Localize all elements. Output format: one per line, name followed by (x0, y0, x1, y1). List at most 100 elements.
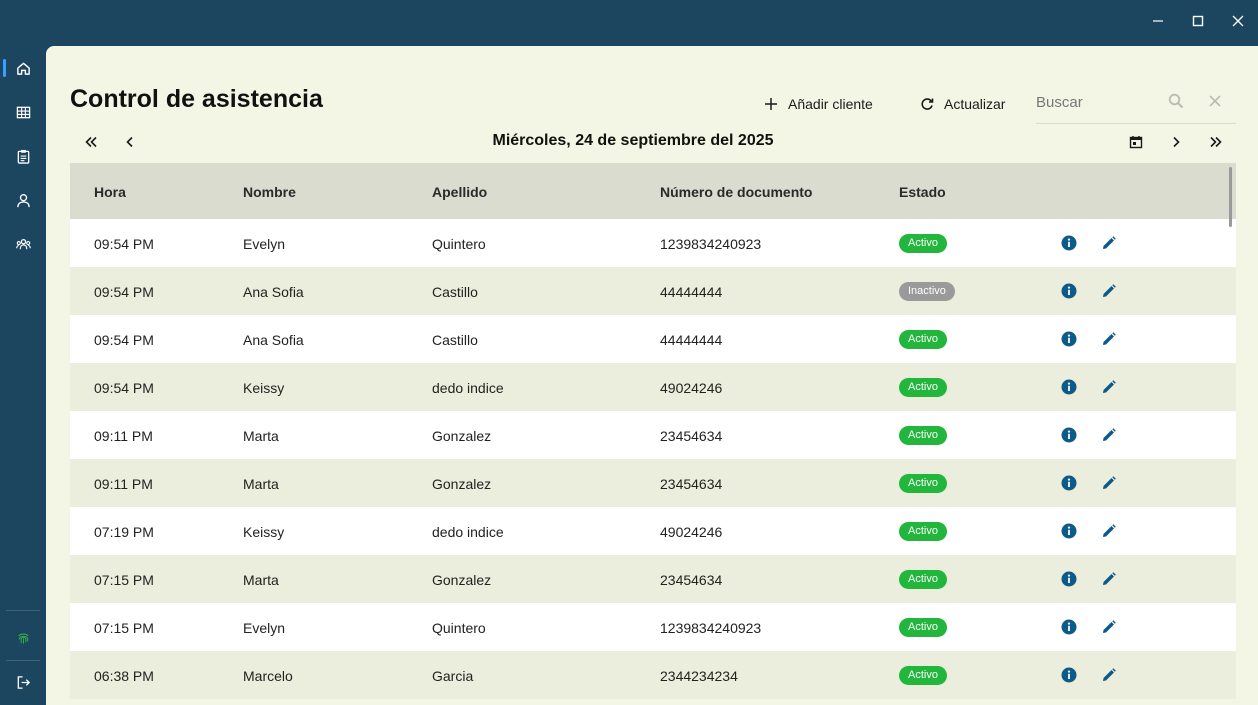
sidebar-item-fingerprint[interactable] (0, 616, 46, 660)
sidebar-item-clipboard[interactable] (0, 134, 46, 178)
add-client-button[interactable]: Añadir cliente (764, 94, 873, 114)
column-header-nombre[interactable]: Nombre (243, 184, 296, 200)
cell-documento: 44444444 (660, 332, 723, 348)
edit-icon[interactable] (1101, 667, 1117, 683)
refresh-icon (921, 98, 934, 110)
sidebar-item-home[interactable] (0, 46, 46, 90)
cell-hora: 07:15 PM (94, 572, 154, 588)
add-client-label: Añadir cliente (788, 96, 873, 112)
next-day-button[interactable] (1166, 130, 1186, 154)
sidebar-item-logout[interactable] (0, 660, 46, 704)
cell-hora: 09:54 PM (94, 236, 154, 252)
table-row[interactable]: 06:38 PM Marcelo Garcia 2344234234 Activo (70, 651, 1236, 699)
table-header: Hora Nombre Apellido Número de documento… (70, 163, 1236, 219)
table-row[interactable]: 09:54 PM Evelyn Quintero 1239834240923 Activ… (70, 219, 1236, 267)
info-icon[interactable] (1061, 427, 1077, 443)
cell-nombre: Marcelo (243, 668, 293, 684)
calendar-button[interactable] (1126, 130, 1146, 154)
status-badge: Activo (899, 474, 947, 493)
info-icon[interactable] (1061, 523, 1077, 539)
table-row[interactable]: 09:11 PM Marta Gonzalez 23454634 Activo (70, 411, 1236, 459)
cell-hora: 09:54 PM (94, 284, 154, 300)
info-icon[interactable] (1061, 283, 1077, 299)
cell-hora: 09:11 PM (94, 428, 153, 444)
refresh-button[interactable]: Actualizar (920, 94, 1005, 114)
cell-hora: 06:38 PM (94, 668, 154, 684)
info-icon[interactable] (1061, 331, 1077, 347)
table-row[interactable]: 07:19 PM Keissy dedo indice 49024246 Activo (70, 507, 1236, 555)
cell-documento: 23454634 (660, 476, 723, 492)
status-badge: Activo (899, 234, 947, 253)
table-row[interactable]: 09:54 PM Ana Sofia Castillo 44444444 Activo (70, 315, 1236, 363)
table-row[interactable]: 09:11 PM Marta Gonzalez 23454634 Activo (70, 459, 1236, 507)
status-badge: Activo (899, 330, 947, 349)
edit-icon[interactable] (1101, 283, 1117, 299)
search-icon[interactable] (1168, 93, 1184, 109)
status-badge: Activo (899, 570, 947, 589)
calendar-icon (1129, 136, 1143, 149)
cell-apellido: Garcia (432, 668, 474, 684)
info-icon[interactable] (1061, 619, 1077, 635)
column-header-documento[interactable]: Número de documento (660, 184, 812, 200)
column-header-estado[interactable]: Estado (899, 184, 946, 200)
cell-nombre: Evelyn (243, 620, 286, 636)
double-chevron-right-icon (1210, 136, 1222, 148)
cell-apellido: dedo indice (432, 524, 504, 540)
cell-nombre: Ana Sofia (243, 284, 304, 300)
maximize-button[interactable] (1178, 0, 1218, 42)
cell-nombre: Keissy (243, 380, 285, 396)
sidebar-item-user[interactable] (0, 178, 46, 222)
info-icon[interactable] (1061, 235, 1077, 251)
cell-documento: 1239834240923 (660, 236, 762, 252)
edit-icon[interactable] (1101, 331, 1117, 347)
info-icon[interactable] (1061, 571, 1077, 587)
cell-apellido: Castillo (432, 332, 478, 348)
cell-hora: 09:54 PM (94, 380, 154, 396)
edit-icon[interactable] (1101, 571, 1117, 587)
status-badge: Activo (899, 522, 947, 541)
cell-hora: 07:15 PM (94, 620, 154, 636)
cell-apellido: Gonzalez (432, 428, 492, 444)
edit-icon[interactable] (1101, 523, 1117, 539)
edit-icon[interactable] (1101, 619, 1117, 635)
search-input[interactable] (1036, 92, 1156, 112)
home-icon (16, 62, 30, 75)
cell-documento: 49024246 (660, 524, 723, 540)
table-scrollbar[interactable] (1229, 167, 1232, 227)
cell-nombre: Keissy (243, 524, 285, 540)
table-row[interactable]: 07:15 PM Marta Gonzalez 23454634 Activo (70, 555, 1236, 603)
last-page-button[interactable] (1205, 130, 1227, 154)
clipboard-icon (17, 149, 29, 164)
window-controls (1138, 0, 1258, 42)
status-badge: Inactivo (899, 282, 955, 301)
user-icon (16, 193, 30, 207)
sidebar-item-table[interactable] (0, 90, 46, 134)
minimize-icon (1153, 20, 1163, 22)
cell-apellido: Gonzalez (432, 476, 492, 492)
cell-apellido: Castillo (432, 284, 478, 300)
info-icon[interactable] (1061, 667, 1077, 683)
sidebar-divider (6, 610, 40, 611)
group-icon (15, 238, 31, 249)
minimize-button[interactable] (1138, 0, 1178, 42)
table-row[interactable]: 09:54 PM Ana Sofia Castillo 44444444 Inactiv… (70, 267, 1236, 315)
clear-search-icon[interactable] (1208, 94, 1222, 108)
main-panel: Control de asistencia Añadir cliente Act… (46, 46, 1258, 705)
cell-documento: 49024246 (660, 380, 723, 396)
current-date: Miércoles, 24 de septiembre del 2025 (492, 132, 774, 149)
edit-icon[interactable] (1101, 427, 1117, 443)
sidebar-item-group[interactable] (0, 222, 46, 266)
close-window-button[interactable] (1218, 0, 1258, 42)
column-header-apellido[interactable]: Apellido (432, 184, 487, 200)
column-header-hora[interactable]: Hora (94, 184, 126, 200)
table-row[interactable]: 09:54 PM Keissy dedo indice 49024246 Activo (70, 363, 1236, 411)
info-icon[interactable] (1061, 475, 1077, 491)
edit-icon[interactable] (1101, 379, 1117, 395)
cell-apellido: Quintero (432, 620, 486, 636)
cell-apellido: Gonzalez (432, 572, 492, 588)
status-badge: Activo (899, 618, 947, 637)
info-icon[interactable] (1061, 379, 1077, 395)
edit-icon[interactable] (1101, 475, 1117, 491)
table-row[interactable]: 07:15 PM Evelyn Quintero 1239834240923 Activ… (70, 603, 1236, 651)
edit-icon[interactable] (1101, 235, 1117, 251)
